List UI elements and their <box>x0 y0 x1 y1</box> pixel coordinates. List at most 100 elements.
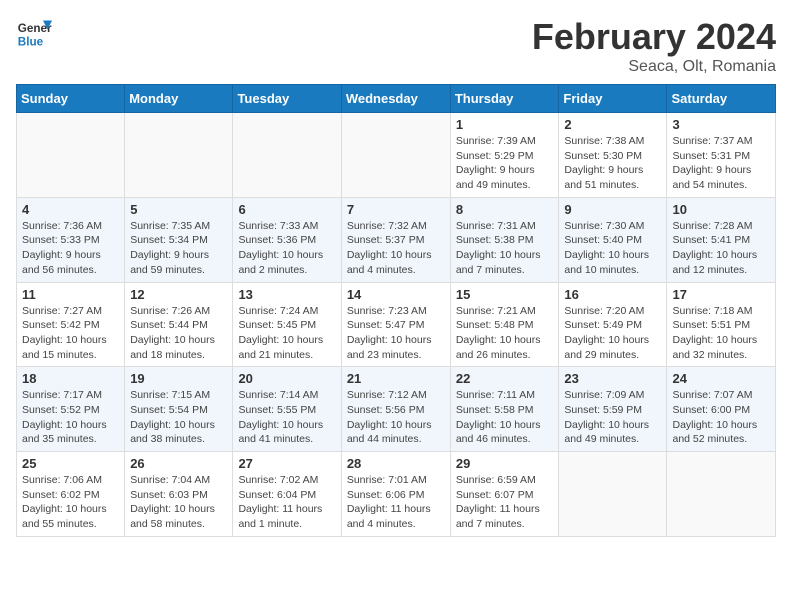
day-number: 1 <box>456 117 554 132</box>
calendar-cell: 9 Sunrise: 7:30 AM Sunset: 5:40 PM Daylig… <box>559 197 667 282</box>
calendar-cell <box>233 113 341 198</box>
day-info: Sunrise: 7:39 AM Sunset: 5:29 PM Dayligh… <box>456 134 554 193</box>
day-number: 12 <box>130 287 227 302</box>
calendar-cell: 3 Sunrise: 7:37 AM Sunset: 5:31 PM Daylig… <box>667 113 776 198</box>
day-info: Sunrise: 7:24 AM Sunset: 5:45 PM Dayligh… <box>238 304 335 363</box>
calendar-cell: 12Sunrise: 7:26 AM Sunset: 5:44 PM Dayli… <box>125 282 233 367</box>
calendar-cell: 24 Sunrise: 7:07 AM Sunset: 6:00 PM Dayli… <box>667 367 776 452</box>
day-number: 11 <box>22 287 119 302</box>
page-header: General Blue February 2024 Seaca, Olt, R… <box>16 16 776 76</box>
day-info: Sunrise: 7:17 AM Sunset: 5:52 PM Dayligh… <box>22 388 119 447</box>
weekday-header-monday: Monday <box>125 85 233 113</box>
day-info: Sunrise: 7:32 AM Sunset: 5:37 PM Dayligh… <box>347 219 445 278</box>
day-info: Sunrise: 7:18 AM Sunset: 5:51 PM Dayligh… <box>672 304 770 363</box>
calendar-cell: 26 Sunrise: 7:04 AM Sunset: 6:03 PM Dayli… <box>125 452 233 537</box>
day-info: Sunrise: 7:11 AM Sunset: 5:58 PM Dayligh… <box>456 388 554 447</box>
calendar-cell: 1 Sunrise: 7:39 AM Sunset: 5:29 PM Daylig… <box>450 113 559 198</box>
day-info: Sunrise: 7:01 AM Sunset: 6:06 PM Dayligh… <box>347 473 445 532</box>
weekday-header-tuesday: Tuesday <box>233 85 341 113</box>
logo: General Blue <box>16 16 52 52</box>
day-info: Sunrise: 7:20 AM Sunset: 5:49 PM Dayligh… <box>564 304 661 363</box>
day-number: 15 <box>456 287 554 302</box>
day-number: 17 <box>672 287 770 302</box>
calendar-cell: 28 Sunrise: 7:01 AM Sunset: 6:06 PM Dayli… <box>341 452 450 537</box>
day-info: Sunrise: 7:37 AM Sunset: 5:31 PM Dayligh… <box>672 134 770 193</box>
calendar-cell <box>17 113 125 198</box>
calendar-week-row: 18 Sunrise: 7:17 AM Sunset: 5:52 PM Dayli… <box>17 367 776 452</box>
day-number: 22 <box>456 371 554 386</box>
svg-text:Blue: Blue <box>18 36 44 49</box>
calendar-cell: 5 Sunrise: 7:35 AM Sunset: 5:34 PM Daylig… <box>125 197 233 282</box>
calendar-week-row: 1 Sunrise: 7:39 AM Sunset: 5:29 PM Daylig… <box>17 113 776 198</box>
calendar-cell: 7 Sunrise: 7:32 AM Sunset: 5:37 PM Daylig… <box>341 197 450 282</box>
calendar-cell: 11 Sunrise: 7:27 AM Sunset: 5:42 PM Dayli… <box>17 282 125 367</box>
day-number: 24 <box>672 371 770 386</box>
day-info: Sunrise: 7:04 AM Sunset: 6:03 PM Dayligh… <box>130 473 227 532</box>
day-info: Sunrise: 6:59 AM Sunset: 6:07 PM Dayligh… <box>456 473 554 532</box>
calendar-cell: 13 Sunrise: 7:24 AM Sunset: 5:45 PM Dayli… <box>233 282 341 367</box>
day-info: Sunrise: 7:28 AM Sunset: 5:41 PM Dayligh… <box>672 219 770 278</box>
month-title: February 2024 <box>532 16 776 58</box>
day-info: Sunrise: 7:31 AM Sunset: 5:38 PM Dayligh… <box>456 219 554 278</box>
day-number: 14 <box>347 287 445 302</box>
calendar-cell: 17 Sunrise: 7:18 AM Sunset: 5:51 PM Dayli… <box>667 282 776 367</box>
location: Seaca, Olt, Romania <box>532 58 776 76</box>
day-number: 21 <box>347 371 445 386</box>
day-number: 8 <box>456 202 554 217</box>
day-number: 16 <box>564 287 661 302</box>
day-number: 26 <box>130 456 227 471</box>
calendar-cell: 10Sunrise: 7:28 AM Sunset: 5:41 PM Dayli… <box>667 197 776 282</box>
day-info: Sunrise: 7:38 AM Sunset: 5:30 PM Dayligh… <box>564 134 661 193</box>
calendar-header-row: SundayMondayTuesdayWednesdayThursdayFrid… <box>17 85 776 113</box>
weekday-header-thursday: Thursday <box>450 85 559 113</box>
day-info: Sunrise: 7:36 AM Sunset: 5:33 PM Dayligh… <box>22 219 119 278</box>
weekday-header-friday: Friday <box>559 85 667 113</box>
calendar-cell: 6Sunrise: 7:33 AM Sunset: 5:36 PM Daylig… <box>233 197 341 282</box>
calendar-cell: 21 Sunrise: 7:12 AM Sunset: 5:56 PM Dayli… <box>341 367 450 452</box>
calendar-cell: 27 Sunrise: 7:02 AM Sunset: 6:04 PM Dayli… <box>233 452 341 537</box>
calendar-cell: 4 Sunrise: 7:36 AM Sunset: 5:33 PM Daylig… <box>17 197 125 282</box>
day-info: Sunrise: 7:07 AM Sunset: 6:00 PM Dayligh… <box>672 388 770 447</box>
calendar-cell: 29Sunrise: 6:59 AM Sunset: 6:07 PM Dayli… <box>450 452 559 537</box>
day-info: Sunrise: 7:35 AM Sunset: 5:34 PM Dayligh… <box>130 219 227 278</box>
calendar-cell <box>125 113 233 198</box>
logo-icon: General Blue <box>16 16 52 52</box>
day-number: 3 <box>672 117 770 132</box>
calendar-cell: 16 Sunrise: 7:20 AM Sunset: 5:49 PM Dayli… <box>559 282 667 367</box>
day-number: 27 <box>238 456 335 471</box>
day-info: Sunrise: 7:14 AM Sunset: 5:55 PM Dayligh… <box>238 388 335 447</box>
day-number: 7 <box>347 202 445 217</box>
day-number: 6 <box>238 202 335 217</box>
day-number: 25 <box>22 456 119 471</box>
title-block: February 2024 Seaca, Olt, Romania <box>532 16 776 76</box>
day-number: 5 <box>130 202 227 217</box>
weekday-header-saturday: Saturday <box>667 85 776 113</box>
calendar-cell: 22 Sunrise: 7:11 AM Sunset: 5:58 PM Dayli… <box>450 367 559 452</box>
day-number: 18 <box>22 371 119 386</box>
day-info: Sunrise: 7:09 AM Sunset: 5:59 PM Dayligh… <box>564 388 661 447</box>
day-info: Sunrise: 7:02 AM Sunset: 6:04 PM Dayligh… <box>238 473 335 532</box>
calendar-week-row: 11 Sunrise: 7:27 AM Sunset: 5:42 PM Dayli… <box>17 282 776 367</box>
calendar-cell <box>667 452 776 537</box>
day-info: Sunrise: 7:12 AM Sunset: 5:56 PM Dayligh… <box>347 388 445 447</box>
day-number: 28 <box>347 456 445 471</box>
day-info: Sunrise: 7:27 AM Sunset: 5:42 PM Dayligh… <box>22 304 119 363</box>
calendar-table: SundayMondayTuesdayWednesdayThursdayFrid… <box>16 84 776 537</box>
day-number: 9 <box>564 202 661 217</box>
day-number: 2 <box>564 117 661 132</box>
weekday-header-sunday: Sunday <box>17 85 125 113</box>
day-info: Sunrise: 7:30 AM Sunset: 5:40 PM Dayligh… <box>564 219 661 278</box>
day-number: 4 <box>22 202 119 217</box>
calendar-cell: 2 Sunrise: 7:38 AM Sunset: 5:30 PM Daylig… <box>559 113 667 198</box>
calendar-cell: 8 Sunrise: 7:31 AM Sunset: 5:38 PM Daylig… <box>450 197 559 282</box>
day-number: 13 <box>238 287 335 302</box>
calendar-cell: 15Sunrise: 7:21 AM Sunset: 5:48 PM Dayli… <box>450 282 559 367</box>
calendar-week-row: 25Sunrise: 7:06 AM Sunset: 6:02 PM Dayli… <box>17 452 776 537</box>
weekday-header-wednesday: Wednesday <box>341 85 450 113</box>
day-number: 20 <box>238 371 335 386</box>
calendar-cell: 18 Sunrise: 7:17 AM Sunset: 5:52 PM Dayli… <box>17 367 125 452</box>
calendar-week-row: 4 Sunrise: 7:36 AM Sunset: 5:33 PM Daylig… <box>17 197 776 282</box>
calendar-cell: 25Sunrise: 7:06 AM Sunset: 6:02 PM Dayli… <box>17 452 125 537</box>
day-info: Sunrise: 7:15 AM Sunset: 5:54 PM Dayligh… <box>130 388 227 447</box>
calendar-cell: 14Sunrise: 7:23 AM Sunset: 5:47 PM Dayli… <box>341 282 450 367</box>
